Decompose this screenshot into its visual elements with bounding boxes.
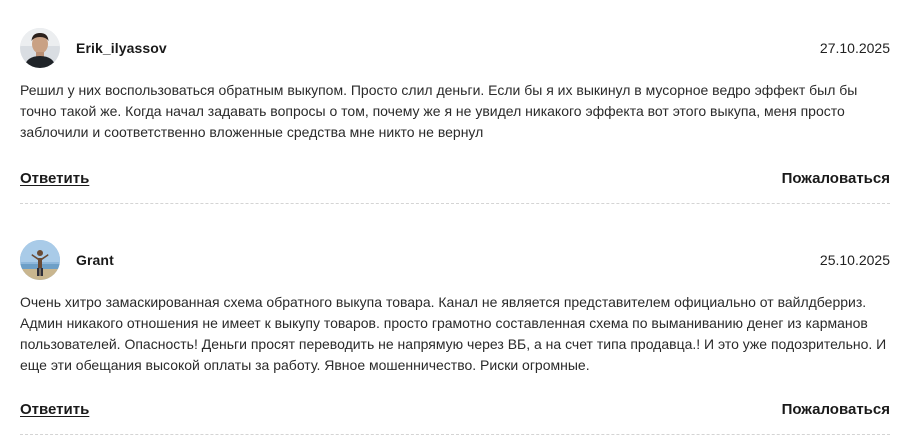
author-name[interactable]: Erik_ilyassov — [76, 40, 167, 56]
review-date: 25.10.2025 — [819, 252, 890, 268]
user-avatar[interactable] — [20, 240, 60, 280]
user-photo-avatar-icon — [20, 240, 60, 280]
review-text: Очень хитро замаскированная схема обратн… — [20, 294, 887, 373]
review-item: Grant 25.10.2025 Очень хитро замаскирова… — [20, 240, 890, 418]
review-text: Решил у них воспользоваться обратным вык… — [20, 82, 858, 140]
reviews-feed: Erik_ilyassov 27.10.2025 Решил у них вос… — [0, 0, 901, 437]
review-actions: Ответить Пожаловаться — [20, 170, 890, 190]
review-item: Erik_ilyassov 27.10.2025 Решил у них вос… — [20, 28, 890, 187]
author-name[interactable]: Grant — [76, 252, 114, 268]
user-avatar[interactable] — [20, 28, 60, 68]
review-divider — [20, 434, 890, 435]
user-photo-avatar-icon — [20, 28, 60, 68]
review-actions: Ответить Пожаловаться — [20, 401, 890, 421]
report-button[interactable]: Пожаловаться — [782, 401, 890, 418]
reply-button[interactable]: Ответить — [20, 170, 89, 187]
review-divider — [20, 203, 890, 204]
review-date: 27.10.2025 — [819, 40, 890, 56]
report-button[interactable]: Пожаловаться — [782, 170, 890, 187]
review-header: Grant 25.10.2025 — [20, 240, 890, 280]
review-header: Erik_ilyassov 27.10.2025 — [20, 28, 890, 68]
reply-button[interactable]: Ответить — [20, 401, 89, 418]
